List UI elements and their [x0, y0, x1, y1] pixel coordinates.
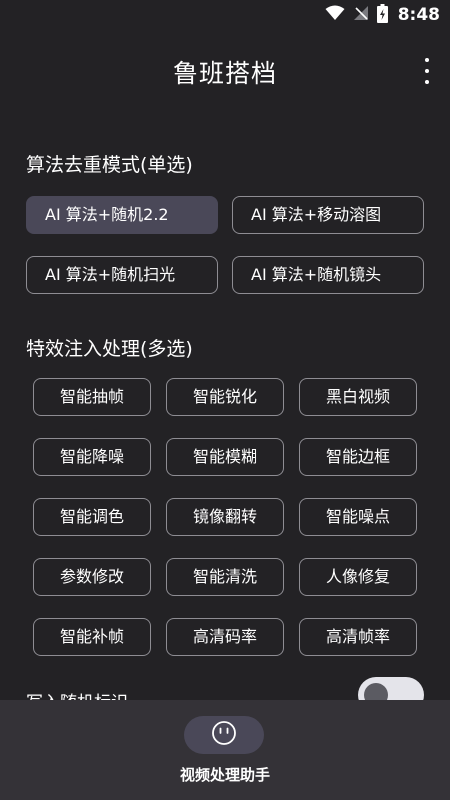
effect-chip[interactable]: 高清帧率	[299, 618, 417, 656]
effect-chip[interactable]: 智能锐化	[166, 378, 284, 416]
more-vert-icon-dot	[425, 69, 429, 73]
mode-option-random-sweep[interactable]: AI 算法+随机扫光	[26, 256, 218, 294]
effect-chip[interactable]: 智能清洗	[166, 558, 284, 596]
more-vert-icon	[425, 58, 429, 62]
page-title: 鲁班搭档	[172, 59, 277, 88]
effect-chip[interactable]: 智能抽帧	[33, 378, 151, 416]
effect-chip[interactable]: 智能调色	[33, 498, 151, 536]
battery-charging-icon	[376, 3, 388, 27]
effect-chip[interactable]: 智能模糊	[166, 438, 284, 476]
effects-section-title: 特效注入处理(多选)	[26, 338, 193, 360]
wifi-icon	[325, 5, 345, 25]
app-screen: 8:48 鲁班搭档 算法去重模式(单选) AI 算法+随机2.2 AI 算法+移…	[0, 0, 450, 800]
mode-option-random-2-2[interactable]: AI 算法+随机2.2	[26, 196, 218, 234]
mode-option-random-lens[interactable]: AI 算法+随机镜头	[232, 256, 424, 294]
effect-chip[interactable]: 智能补帧	[33, 618, 151, 656]
nav-label: 视频处理助手	[179, 766, 270, 784]
no-signal-icon	[353, 5, 369, 25]
effect-chip[interactable]: 智能边框	[299, 438, 417, 476]
smiley-face-icon	[211, 720, 237, 750]
more-vert-icon-dot	[425, 80, 429, 84]
effect-chip[interactable]: 人像修复	[299, 558, 417, 596]
effect-chip[interactable]: 参数修改	[33, 558, 151, 596]
effect-chip[interactable]: 高清码率	[166, 618, 284, 656]
nav-item-video-assistant[interactable]	[184, 716, 264, 754]
effect-chip[interactable]: 智能噪点	[299, 498, 417, 536]
app-header: 鲁班搭档	[0, 46, 450, 96]
status-icons: 8:48	[325, 3, 440, 27]
bottom-nav: 视频处理助手	[0, 700, 450, 800]
status-bar: 8:48	[0, 0, 450, 30]
mode-option-move-blend[interactable]: AI 算法+移动溶图	[232, 196, 424, 234]
effect-chip[interactable]: 镜像翻转	[166, 498, 284, 536]
more-menu-button[interactable]	[420, 58, 434, 84]
dedup-section-title: 算法去重模式(单选)	[26, 154, 193, 176]
effect-chip[interactable]: 黑白视频	[299, 378, 417, 416]
effect-chip[interactable]: 智能降噪	[33, 438, 151, 476]
status-time: 8:48	[397, 5, 440, 25]
